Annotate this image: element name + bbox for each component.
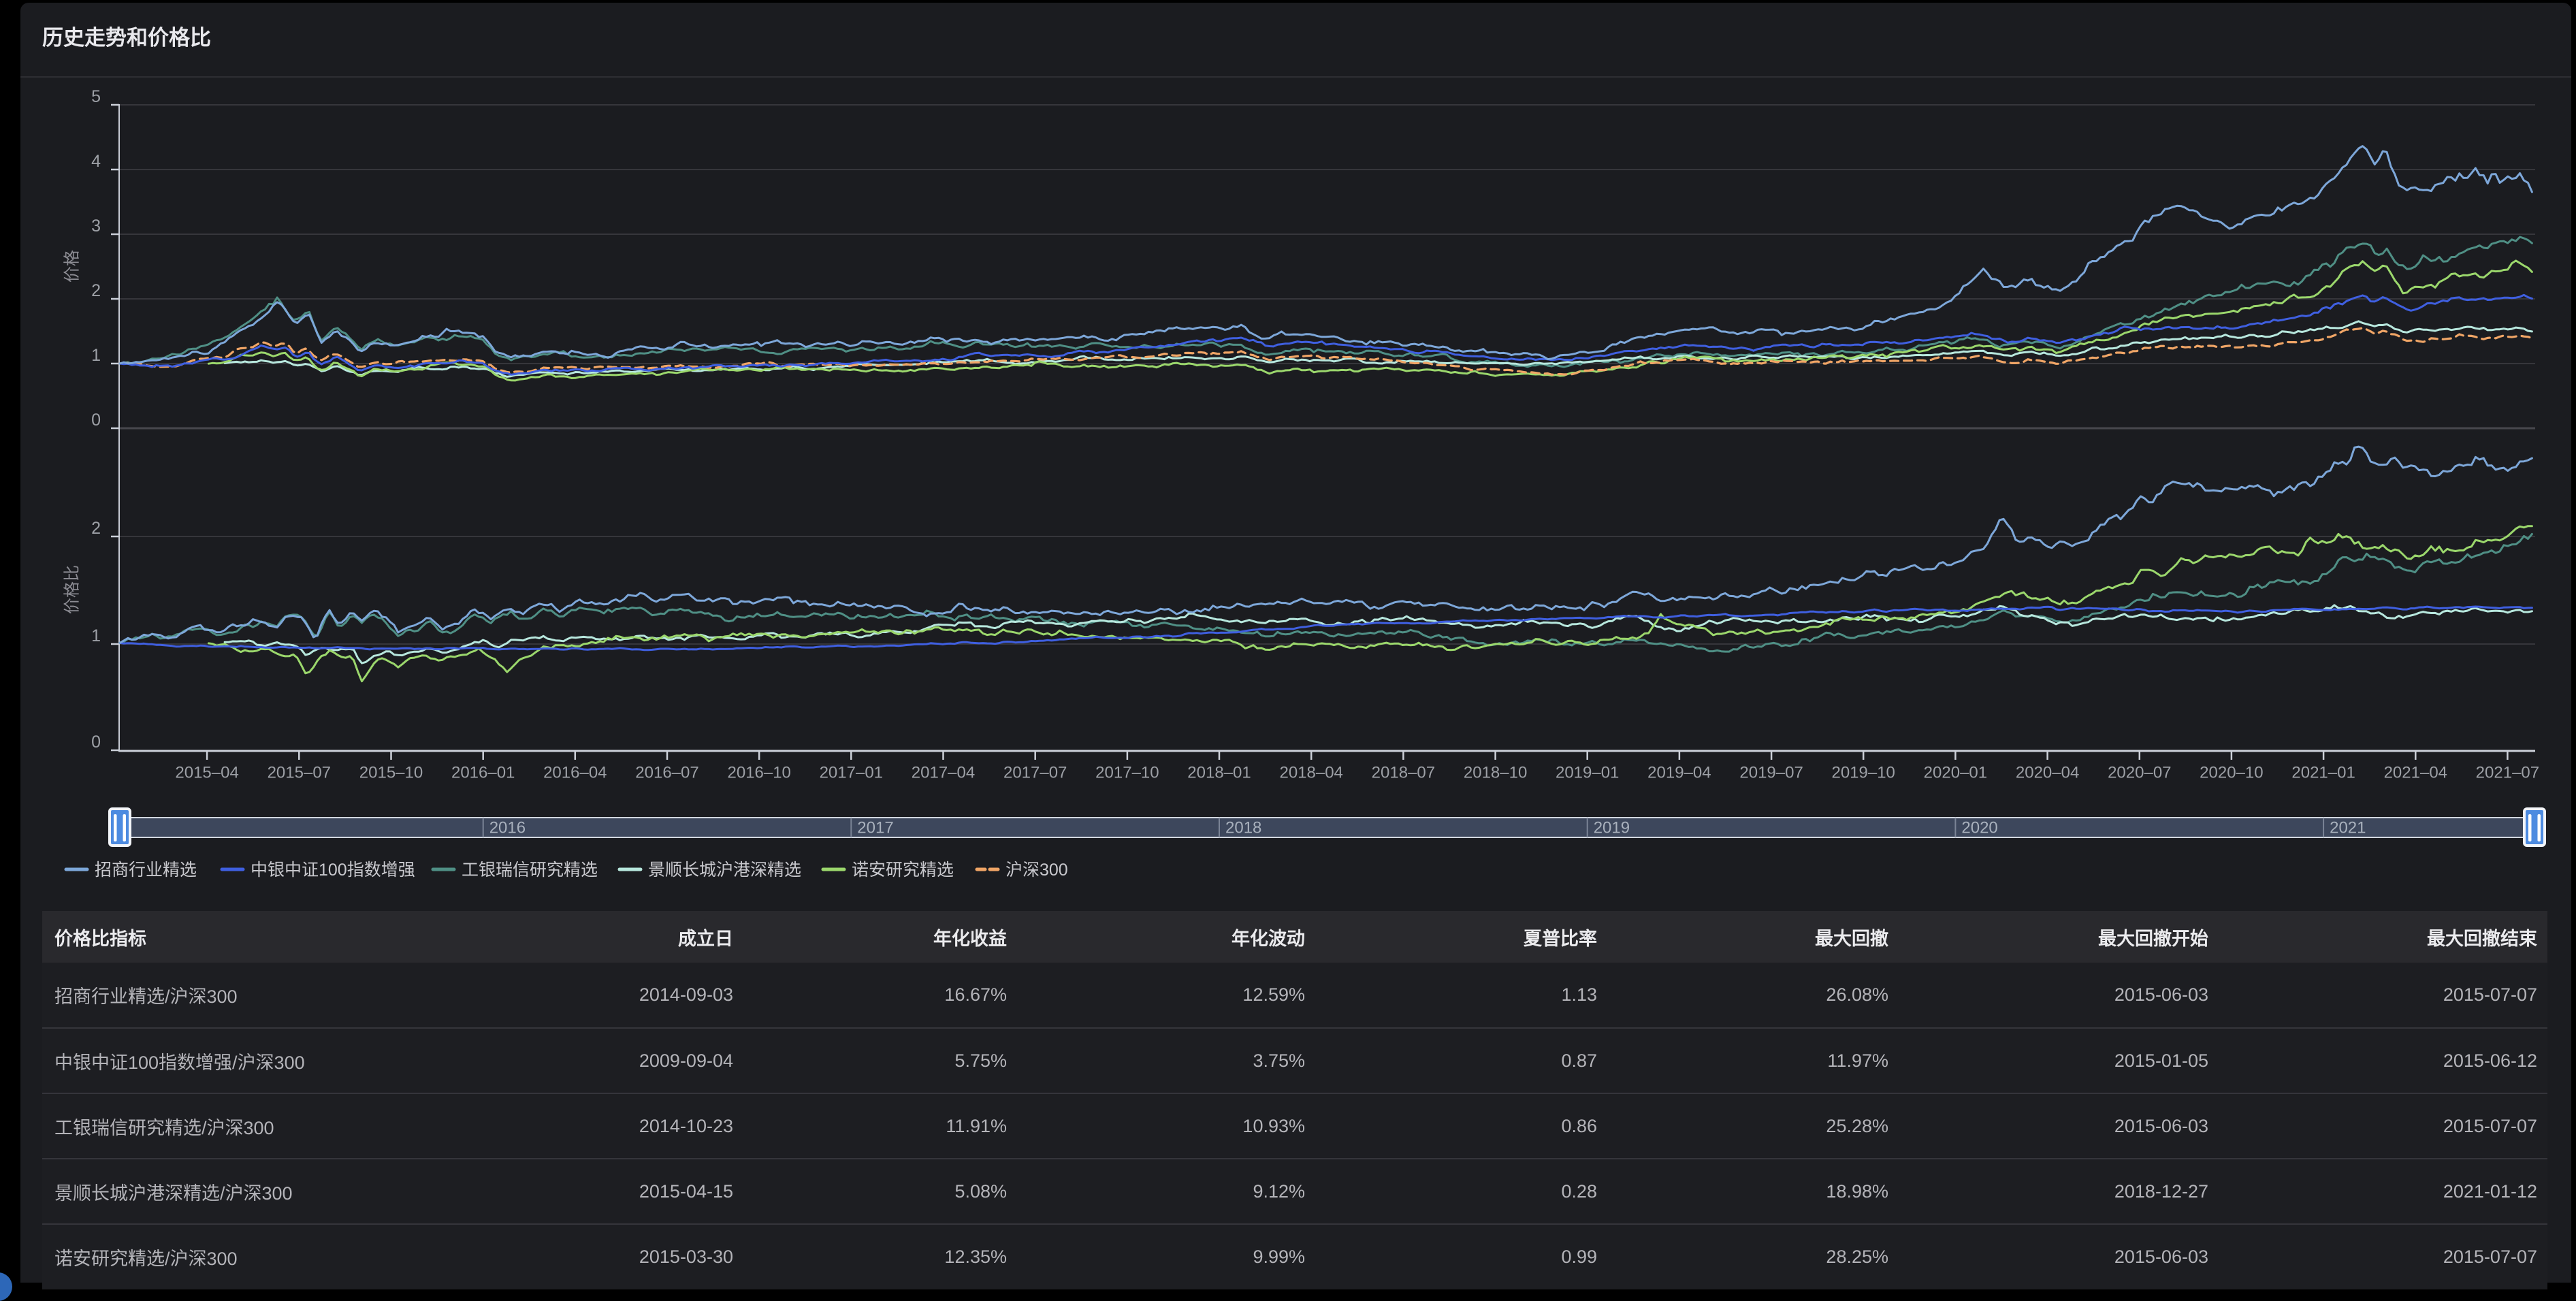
svg-text:4: 4	[91, 152, 101, 171]
svg-text:2019–01: 2019–01	[1556, 764, 1619, 782]
svg-text:2016: 2016	[489, 819, 526, 837]
svg-text:2015–04: 2015–04	[175, 764, 238, 782]
svg-text:2019–10: 2019–10	[1831, 764, 1895, 782]
svg-text:诺安研究精选: 诺安研究精选	[852, 861, 954, 880]
svg-text:2016–10: 2016–10	[727, 764, 790, 782]
svg-text:2020–01: 2020–01	[1924, 764, 1987, 782]
svg-text:2: 2	[91, 519, 101, 538]
svg-text:2021–04: 2021–04	[2384, 764, 2447, 782]
svg-text:2017–07: 2017–07	[1003, 764, 1067, 782]
svg-text:2017: 2017	[857, 819, 893, 837]
svg-text:1: 1	[91, 346, 101, 365]
svg-text:2: 2	[91, 281, 101, 300]
svg-text:2016–07: 2016–07	[635, 764, 698, 782]
svg-text:1: 1	[91, 626, 101, 645]
svg-text:沪深300: 沪深300	[1005, 861, 1068, 880]
svg-text:2015–07: 2015–07	[268, 764, 331, 782]
svg-text:0: 0	[91, 733, 101, 752]
svg-text:2018–01: 2018–01	[1187, 764, 1251, 782]
svg-text:2016–04: 2016–04	[543, 764, 607, 782]
svg-text:2021–07: 2021–07	[2476, 764, 2539, 782]
svg-text:招商行业精选: 招商行业精选	[95, 861, 197, 880]
svg-text:2020: 2020	[1961, 819, 1997, 837]
svg-text:2019–04: 2019–04	[1647, 764, 1711, 782]
svg-text:2020–10: 2020–10	[2200, 764, 2263, 782]
svg-text:2018–07: 2018–07	[1372, 764, 1435, 782]
svg-text:2021: 2021	[2330, 819, 2366, 837]
svg-text:2017–04: 2017–04	[912, 764, 975, 782]
svg-text:2019: 2019	[1594, 819, 1630, 837]
svg-text:中银中证100指数增强: 中银中证100指数增强	[251, 861, 415, 880]
svg-text:2020–04: 2020–04	[2016, 764, 2079, 782]
svg-text:2018: 2018	[1225, 819, 1261, 837]
svg-text:价格比: 价格比	[63, 565, 82, 614]
svg-text:2015–10: 2015–10	[359, 764, 423, 782]
svg-text:2018–10: 2018–10	[1464, 764, 1527, 782]
svg-text:3: 3	[91, 216, 101, 236]
svg-text:价格: 价格	[63, 250, 82, 283]
svg-text:景顺长城沪港深精选: 景顺长城沪港深精选	[648, 861, 801, 880]
svg-text:2019–07: 2019–07	[1739, 764, 1803, 782]
svg-text:5: 5	[91, 87, 101, 106]
svg-text:2021–01: 2021–01	[2291, 764, 2355, 782]
svg-text:0: 0	[91, 411, 101, 430]
svg-text:2017–10: 2017–10	[1095, 764, 1159, 782]
svg-text:2017–01: 2017–01	[820, 764, 883, 782]
svg-text:2016–01: 2016–01	[451, 764, 515, 782]
svg-text:2018–04: 2018–04	[1279, 764, 1342, 782]
svg-text:2020–07: 2020–07	[2108, 764, 2171, 782]
svg-text:工银瑞信研究精选: 工银瑞信研究精选	[462, 861, 598, 880]
